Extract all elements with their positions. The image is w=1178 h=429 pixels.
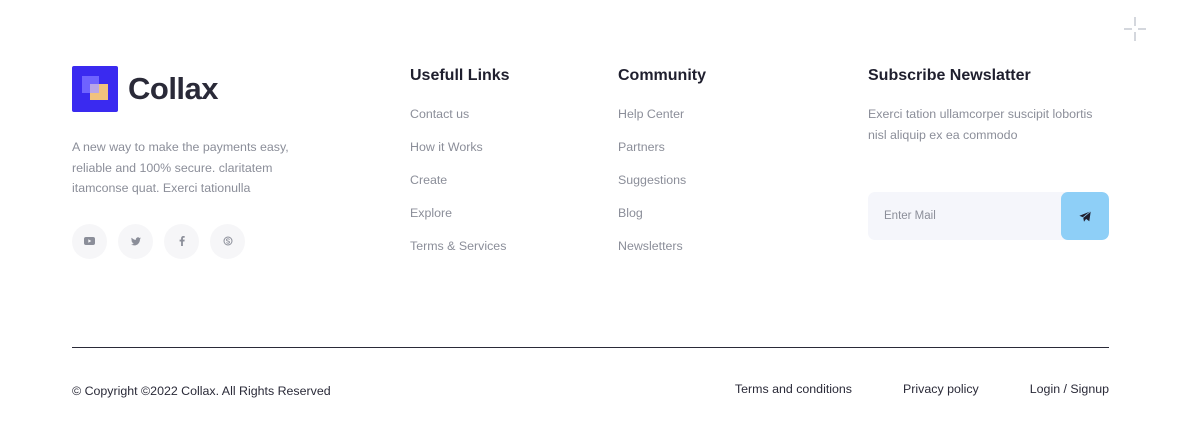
copyright-text: © Copyright ©2022 Collax. All Rights Res… [72, 384, 331, 398]
twitter-button[interactable] [118, 223, 153, 259]
footer-divider [72, 347, 1109, 348]
link-newsletters[interactable]: Newsletters [618, 236, 706, 269]
newsletter-description: Exerci tation ullamcorper suscipit lobor… [868, 107, 1093, 142]
facebook-icon [179, 236, 185, 246]
legal-links: Terms and conditions Privacy policy Logi… [735, 382, 1109, 396]
link-create[interactable]: Create [410, 170, 510, 203]
link-explore[interactable]: Explore [410, 203, 510, 236]
privacy-link[interactable]: Privacy policy [903, 382, 979, 396]
link-partners[interactable]: Partners [618, 137, 706, 170]
logo-mark-icon [72, 66, 118, 112]
youtube-button[interactable] [72, 223, 107, 259]
social-links [72, 223, 372, 259]
terms-link[interactable]: Terms and conditions [735, 382, 852, 396]
community-column: Community Help Center Partners Suggestio… [618, 66, 706, 269]
newsletter-column: Subscribe Newslatter Exerci tation ullam… [868, 66, 1109, 240]
brand-description: A new way to make the payments easy, rel… [72, 140, 289, 195]
useful-links-title: Usefull Links [410, 67, 510, 84]
link-terms-services[interactable]: Terms & Services [410, 236, 510, 269]
login-signup-link[interactable]: Login / Signup [1030, 382, 1109, 396]
skype-button[interactable] [210, 223, 245, 259]
logo[interactable]: Collax [72, 66, 372, 112]
community-list: Help Center Partners Suggestions Blog Ne… [618, 104, 706, 269]
sparkle-icon [1124, 17, 1146, 41]
link-contact-us[interactable]: Contact us [410, 104, 510, 137]
link-suggestions[interactable]: Suggestions [618, 170, 706, 203]
newsletter-title: Subscribe Newslatter [868, 67, 1031, 84]
footer-section: Collax A new way to make the payments ea… [0, 0, 1178, 429]
send-icon [1079, 210, 1091, 222]
brand-column: Collax A new way to make the payments ea… [72, 66, 372, 259]
facebook-button[interactable] [164, 223, 199, 259]
useful-links-column: Usefull Links Contact us How it Works Cr… [410, 66, 510, 269]
useful-links-list: Contact us How it Works Create Explore T… [410, 104, 510, 269]
link-help-center[interactable]: Help Center [618, 104, 706, 137]
subscribe-button[interactable] [1061, 192, 1109, 240]
community-title: Community [618, 67, 706, 84]
link-blog[interactable]: Blog [618, 203, 706, 236]
youtube-icon [84, 237, 95, 245]
skype-icon [223, 236, 232, 246]
twitter-icon [130, 236, 141, 245]
link-how-it-works[interactable]: How it Works [410, 137, 510, 170]
logo-text: Collax [128, 71, 219, 106]
email-input[interactable] [868, 192, 1061, 240]
newsletter-form [868, 192, 1109, 240]
